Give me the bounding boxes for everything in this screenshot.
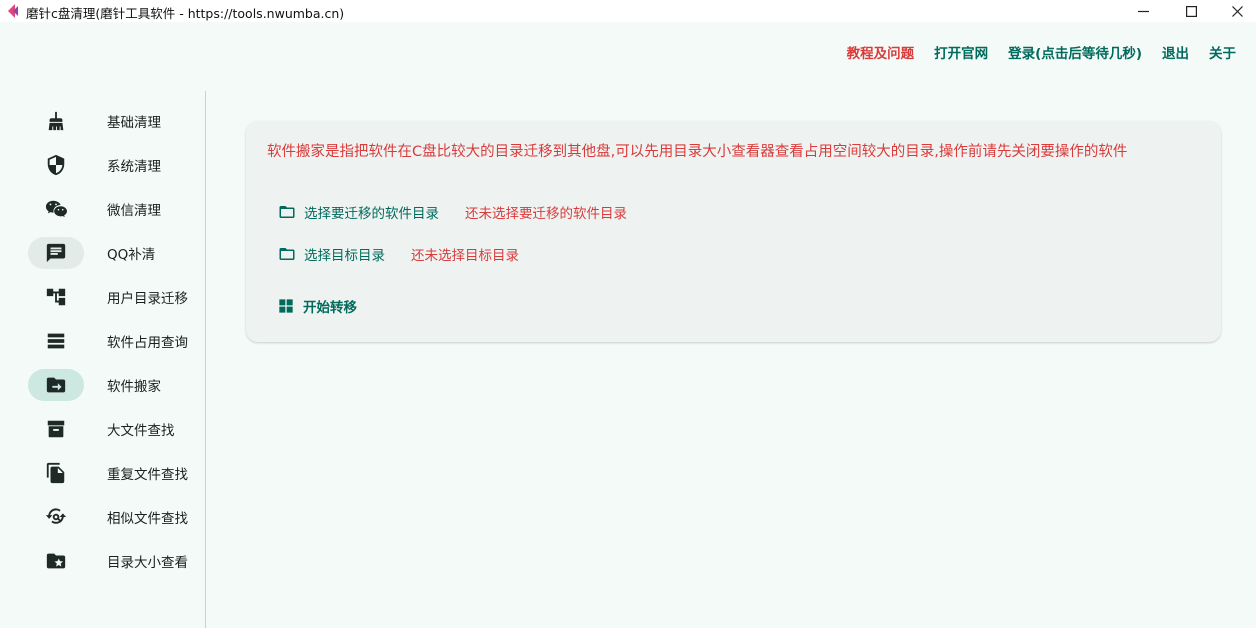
help-link[interactable]: 教程及问题: [837, 44, 925, 64]
description-text: 软件搬家是指把软件在C盘比较大的目录迁移到其他盘,可以先用目录大小查看器查看占用…: [267, 144, 1128, 160]
folder-arrow-icon: [46, 377, 66, 393]
sidebar-item-duplicate-file-search[interactable]: 重复文件查找: [28, 457, 206, 489]
folder-open-icon: [279, 206, 295, 218]
about-link[interactable]: 关于: [1199, 44, 1246, 64]
sidebar-item-label: 基础清理: [107, 115, 161, 131]
sidebar-item-basic-clean[interactable]: 基础清理: [28, 105, 206, 137]
sidebar-item-dir-size-view[interactable]: 目录大小查看: [28, 545, 206, 577]
window-title: 磨针c盘清理(磨针工具软件 - https://tools.nwumba.cn): [26, 6, 345, 21]
close-icon: [1231, 5, 1243, 17]
source-dir-row: 选择要迁移的软件目录 还未选择要迁移的软件目录: [278, 202, 627, 222]
sidebar-item-label: 系统清理: [107, 159, 161, 175]
logout-link[interactable]: 退出: [1152, 44, 1199, 64]
target-dir-row: 选择目标目录 还未选择目标目录: [278, 244, 519, 264]
archive-icon: [47, 420, 65, 438]
chat-icon: [46, 243, 66, 263]
minimize-icon: [1137, 10, 1149, 12]
software-move-card: 软件搬家是指把软件在C盘比较大的目录迁移到其他盘,可以先用目录大小查看器查看占用…: [246, 121, 1221, 342]
sidebar-item-large-file-search[interactable]: 大文件查找: [28, 413, 206, 445]
folder-open-icon: [279, 248, 295, 260]
icon-container: [28, 281, 84, 313]
icon-container: [28, 457, 84, 489]
target-dir-status: 还未选择目标目录: [411, 248, 519, 264]
maximize-icon: [1185, 5, 1197, 17]
folder-star-icon: [46, 553, 66, 569]
icon-container: [28, 413, 84, 445]
sidebar-item-label: 微信清理: [107, 203, 161, 219]
app-logo-icon: [8, 4, 18, 18]
broom-icon: [48, 111, 64, 131]
sidebar-item-label: 用户目录迁移: [107, 291, 188, 307]
select-target-dir-button[interactable]: 选择目标目录: [278, 244, 385, 264]
sidebar-item-qq-clean[interactable]: QQ补清: [28, 237, 206, 269]
title-bar: 磨针c盘清理(磨针工具软件 - https://tools.nwumba.cn): [0, 0, 1256, 22]
sidebar-item-label: QQ补清: [107, 247, 156, 263]
shield-icon: [47, 154, 65, 176]
sidebar: 基础清理 系统清理 微信清理 QQ补清 用户目录迁移 软件占用查询 软件搬家 大…: [0, 91, 206, 628]
wechat-icon: [45, 200, 67, 218]
icon-container: [28, 501, 84, 533]
sidebar-item-similar-file-search[interactable]: 相似文件查找: [28, 501, 206, 533]
icon-container: [28, 193, 84, 225]
sidebar-item-label: 软件搬家: [107, 379, 161, 395]
refresh-search-icon: [45, 508, 67, 524]
start-move-button[interactable]: 开始转移: [278, 296, 357, 316]
sidebar-item-label: 大文件查找: [107, 423, 175, 439]
sidebar-item-software-usage[interactable]: 软件占用查询: [28, 325, 206, 357]
sidebar-item-label: 软件占用查询: [107, 335, 188, 351]
icon-container: [28, 369, 84, 401]
icon-container: [28, 237, 84, 269]
sidebar-item-label: 目录大小查看: [107, 555, 188, 571]
select-source-dir-label: 选择要迁移的软件目录: [304, 206, 439, 222]
icon-container: [28, 325, 84, 357]
official-site-link[interactable]: 打开官网: [924, 44, 998, 64]
sidebar-item-label: 相似文件查找: [107, 511, 188, 527]
icon-container: [28, 149, 84, 181]
login-link[interactable]: 登录(点击后等待几秒): [998, 44, 1152, 64]
sidebar-item-software-move[interactable]: 软件搬家: [28, 369, 206, 401]
sidebar-item-wechat-clean[interactable]: 微信清理: [28, 193, 206, 225]
minimize-button[interactable]: [1120, 0, 1166, 22]
select-source-dir-button[interactable]: 选择要迁移的软件目录: [278, 202, 439, 222]
sidebar-item-label: 重复文件查找: [107, 467, 188, 483]
start-move-label: 开始转移: [303, 300, 357, 316]
list-icon: [47, 333, 65, 349]
icon-container: [28, 545, 84, 577]
sidebar-item-user-dir-migrate[interactable]: 用户目录迁移: [28, 281, 206, 313]
select-target-dir-label: 选择目标目录: [304, 248, 385, 264]
close-button[interactable]: [1214, 0, 1256, 22]
icon-container: [28, 105, 84, 137]
sidebar-item-system-clean[interactable]: 系统清理: [28, 149, 206, 181]
source-dir-status: 还未选择要迁移的软件目录: [465, 206, 627, 222]
grid-icon: [279, 299, 293, 313]
maximize-button[interactable]: [1168, 0, 1214, 22]
tree-icon: [46, 288, 66, 306]
copy-icon: [46, 462, 65, 484]
top-navigation: 教程及问题 打开官网 登录(点击后等待几秒) 退出 关于: [837, 44, 1246, 64]
